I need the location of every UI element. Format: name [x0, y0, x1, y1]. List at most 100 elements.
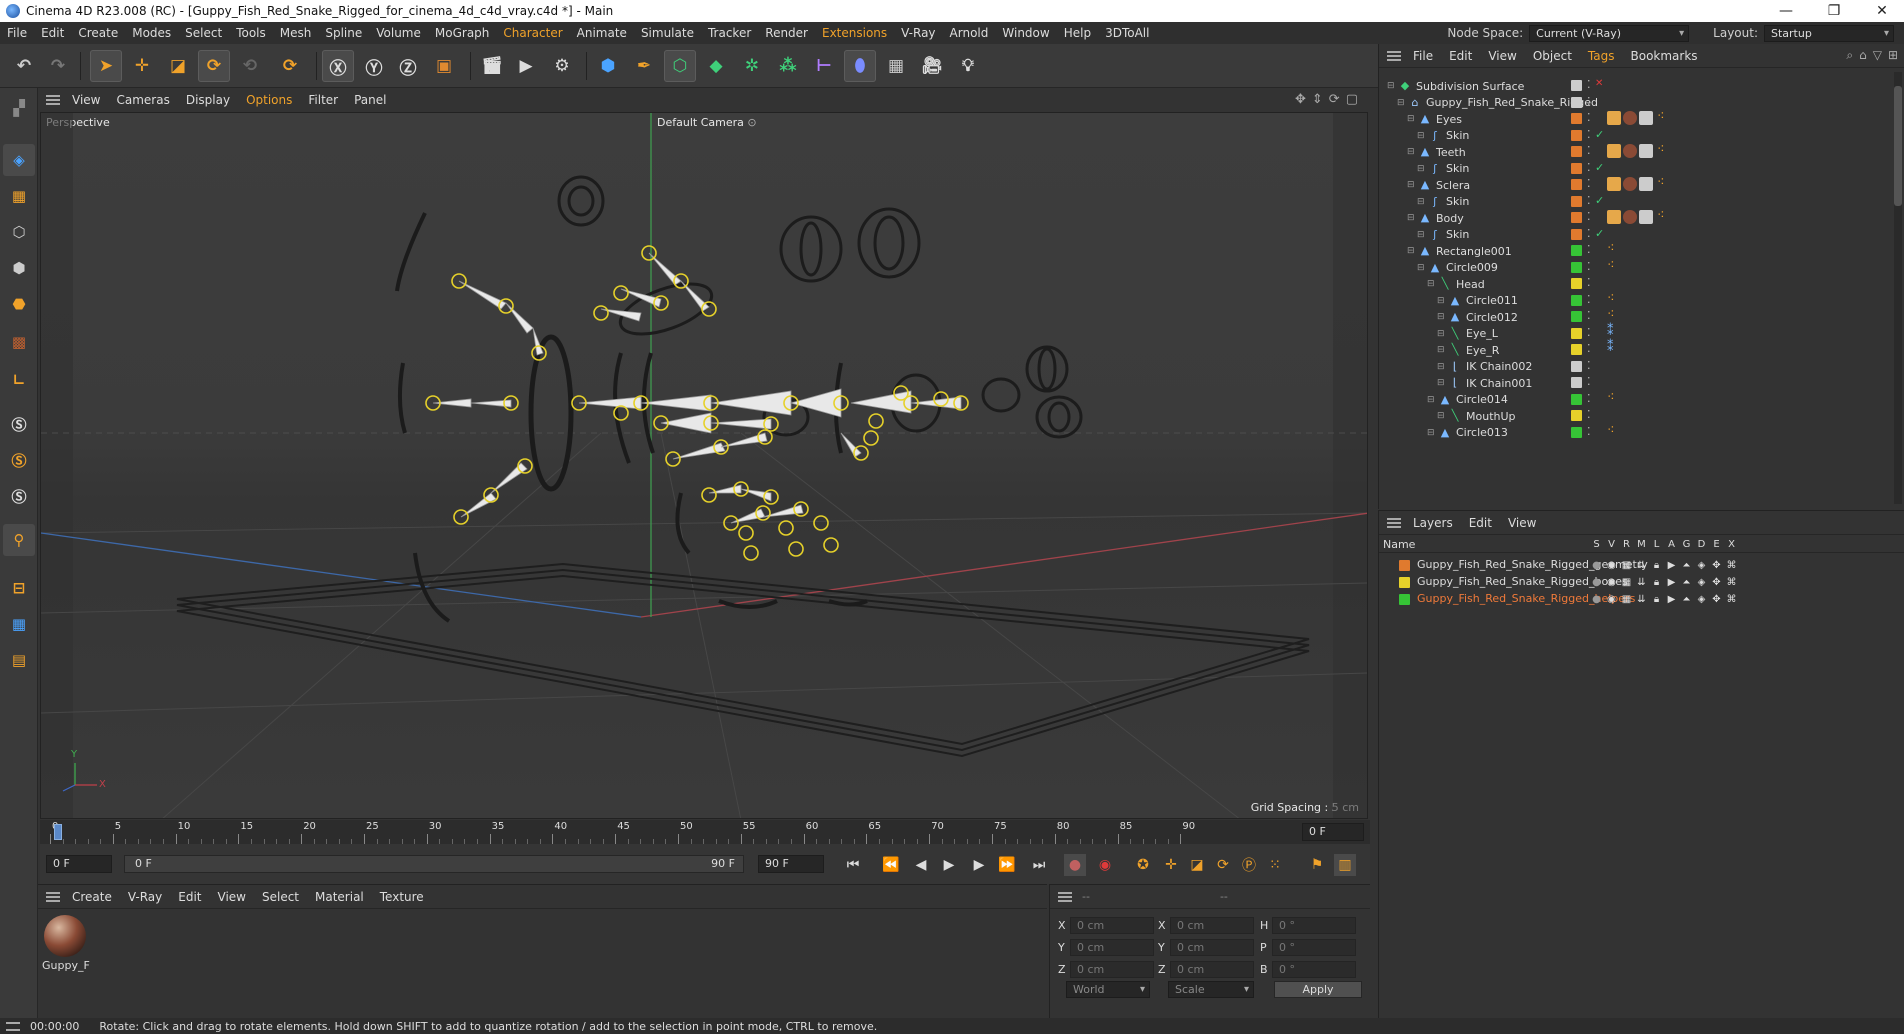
solo-icon[interactable]: ● — [1591, 594, 1602, 605]
layer-color-swatch[interactable] — [1571, 294, 1582, 306]
layer-column-r[interactable]: R — [1621, 539, 1632, 550]
enabled-check-icon[interactable]: ✓ — [1595, 227, 1604, 240]
x-axis-lock-icon[interactable]: Ⓧ — [322, 50, 354, 82]
tag-weight-icon[interactable]: ⁖ — [1657, 208, 1665, 223]
timeline-ruler[interactable]: 051015202530354045505560657075808590 0 F — [40, 820, 1370, 844]
axis-mode-icon[interactable]: ∟ — [3, 364, 35, 396]
visibility-dots-icon[interactable]: ⁚ — [1587, 177, 1591, 190]
motion-system-icon[interactable]: ⚑ — [1306, 854, 1328, 876]
expand-toggle-icon[interactable]: ⊟ — [1437, 345, 1449, 355]
object-menu-file[interactable]: File — [1405, 49, 1441, 63]
xref-icon[interactable]: ⌘ — [1726, 560, 1737, 571]
expand-toggle-icon[interactable]: ⊟ — [1417, 263, 1429, 273]
generator-icon[interactable]: ⏶ — [1681, 560, 1692, 571]
scale-key-icon[interactable]: ◪ — [1186, 854, 1208, 876]
coord-value-field[interactable]: 0 cm — [1170, 917, 1254, 934]
object-menu-bookmarks[interactable]: Bookmarks — [1623, 49, 1706, 63]
menu-v-ray[interactable]: V-Ray — [894, 26, 942, 40]
visibility-dots-icon[interactable]: ⁚ — [1587, 408, 1591, 421]
deformer-icon[interactable]: ◈ — [1696, 577, 1707, 588]
visibility-dots-icon[interactable]: ⁚ — [1587, 161, 1591, 174]
expand-toggle-icon[interactable]: ⊟ — [1407, 246, 1419, 256]
expand-toggle-icon[interactable]: ⊟ — [1387, 81, 1399, 91]
layer-color-swatch[interactable] — [1571, 129, 1582, 141]
menu-modes[interactable]: Modes — [125, 26, 178, 40]
render-icon[interactable]: ▦ — [1621, 560, 1632, 571]
locked-workplane-icon[interactable]: ⚲ — [3, 524, 35, 556]
solo-icon[interactable]: ● — [1591, 577, 1602, 588]
snap-toggle-icon[interactable]: Ⓢ — [3, 408, 35, 440]
animation-icon[interactable]: ▶ — [1666, 560, 1677, 571]
menu-simulate[interactable]: Simulate — [634, 26, 701, 40]
next-key-icon[interactable]: ⏩ — [996, 854, 1018, 876]
layer-color-swatch[interactable] — [1571, 311, 1582, 322]
render-view-icon[interactable]: 🎬︎ — [476, 50, 508, 82]
tag-weight-icon[interactable]: ⁖ — [1607, 258, 1615, 273]
layer-color-swatch[interactable] — [1571, 179, 1582, 190]
generator-icon[interactable]: ⏶ — [1681, 577, 1692, 588]
expand-toggle-icon[interactable]: ⊟ — [1437, 378, 1449, 388]
material-menu-edit[interactable]: Edit — [170, 890, 209, 904]
visibility-dots-icon[interactable]: ⁚ — [1587, 227, 1591, 240]
visibility-dots-icon[interactable]: ⁚ — [1587, 95, 1591, 108]
layer-color-swatch[interactable] — [1399, 560, 1410, 571]
tag-weight-icon[interactable]: ⁖ — [1657, 109, 1665, 124]
xref-icon[interactable]: ⌘ — [1726, 577, 1737, 588]
toggle-view-icon[interactable]: ▢ — [1346, 92, 1358, 107]
coord-mode-dropdown[interactable]: World — [1066, 981, 1150, 998]
material-menu-material[interactable]: Material — [307, 890, 372, 904]
layer-panel-menu-icon[interactable] — [1387, 517, 1401, 528]
visibility-dots-icon[interactable]: ⁚ — [1587, 260, 1591, 273]
visibility-dots-icon[interactable]: ⁚ — [1587, 78, 1591, 91]
visibility-dots-icon[interactable]: ⁚ — [1587, 293, 1591, 306]
layer-column-v[interactable]: V — [1606, 539, 1617, 550]
rotate-tool-icon[interactable]: ⟳ — [198, 50, 230, 82]
expand-toggle-icon[interactable]: ⊟ — [1417, 131, 1429, 141]
tag-weight-icon[interactable]: ⁖ — [1607, 423, 1615, 438]
menu-tracker[interactable]: Tracker — [701, 26, 758, 40]
animation-icon[interactable]: ▶ — [1666, 594, 1677, 605]
tag-weight-icon[interactable]: ⁖ — [1607, 307, 1615, 322]
next-frame-icon[interactable]: ▶ — [968, 854, 990, 876]
subdivision-generator-icon[interactable]: ⬡ — [664, 50, 696, 82]
viewport-menu-panel[interactable]: Panel — [346, 93, 394, 107]
tag-weight-icon[interactable]: ⁖ — [1657, 175, 1665, 190]
apply-button[interactable]: Apply — [1274, 981, 1362, 998]
layer-color-swatch[interactable] — [1571, 261, 1582, 273]
play-icon[interactable]: ▶ — [938, 854, 960, 876]
layer-color-swatch[interactable] — [1571, 96, 1582, 108]
filter-icon[interactable]: ▽ — [1873, 48, 1882, 63]
layer-color-swatch[interactable] — [1571, 410, 1582, 421]
expand-toggle-icon[interactable]: ⊟ — [1437, 312, 1449, 322]
auto-key-icon[interactable]: ◉ — [1094, 854, 1116, 876]
layer-row[interactable]: Guppy_Fish_Red_Snake_Rigged_bones ● ◉ ▦ ⇊ 🔒︎ ▶… — [1379, 574, 1904, 591]
manager-icon[interactable]: ⇊ — [1636, 577, 1647, 588]
3d-viewport[interactable]: Perspective Default Camera ⊙ Grid Spacin… — [40, 112, 1368, 819]
scale-tool-icon[interactable]: ◪ — [162, 50, 194, 82]
node-space-dropdown[interactable]: Current (V-Ray) — [1529, 24, 1690, 42]
minimize-button[interactable]: — — [1764, 0, 1808, 22]
manager-icon[interactable]: ⇊ — [1636, 594, 1647, 605]
layer-menu-layers[interactable]: Layers — [1405, 516, 1461, 530]
disabled-x-icon[interactable]: ✕ — [1595, 78, 1603, 89]
menu-animate[interactable]: Animate — [570, 26, 634, 40]
polygons-mode-icon[interactable]: ⬣ — [3, 288, 35, 320]
home-icon[interactable]: ⌂ — [1859, 48, 1867, 63]
visibility-dots-icon[interactable]: ⁚ — [1587, 342, 1591, 355]
move-tool-icon[interactable]: ✛ — [126, 50, 158, 82]
rotate-view-icon[interactable]: ⟳ — [1329, 92, 1340, 107]
expand-toggle-icon[interactable]: ⊟ — [1417, 230, 1429, 240]
object-panel-menu-icon[interactable] — [1387, 50, 1401, 61]
view-icon[interactable]: ◉ — [1606, 577, 1617, 588]
layer-color-swatch[interactable] — [1571, 212, 1582, 223]
render-icon[interactable]: ▦ — [1621, 594, 1632, 605]
coord-value-field[interactable]: 0 ° — [1272, 917, 1356, 934]
menu-mograph[interactable]: MoGraph — [428, 26, 497, 40]
menu-create[interactable]: Create — [71, 26, 125, 40]
render-settings-icon[interactable]: ⚙ — [546, 50, 578, 82]
expression-icon[interactable]: ✥ — [1711, 577, 1722, 588]
layer-color-swatch[interactable] — [1571, 344, 1582, 355]
move-view-icon[interactable]: ⇕ — [1312, 92, 1323, 107]
tag-material-icon[interactable] — [1607, 111, 1621, 125]
material-menu-select[interactable]: Select — [254, 890, 307, 904]
